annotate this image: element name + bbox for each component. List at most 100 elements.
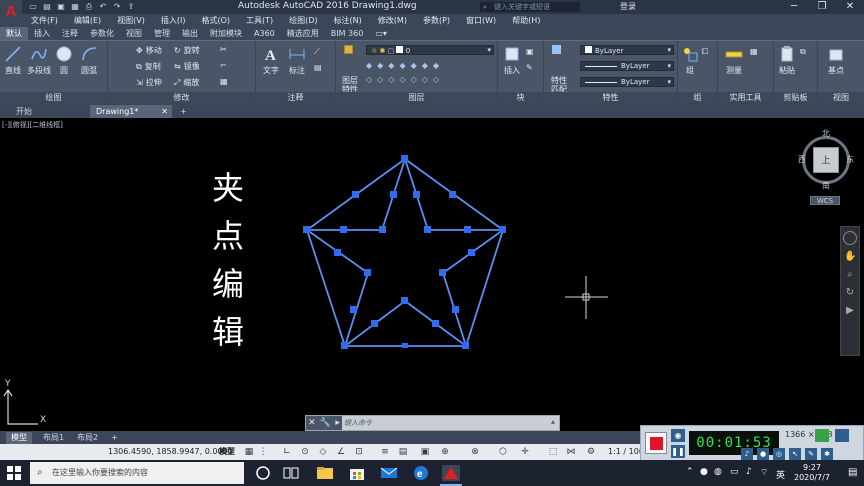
circle-tool[interactable]: 圆 (54, 45, 74, 76)
tab-bim360[interactable]: BIM 360 (325, 27, 370, 40)
wcs-menu[interactable]: WCS (810, 196, 840, 205)
viewcube-top-face[interactable]: 上 (813, 147, 839, 173)
array-tool[interactable]: ▦ (220, 77, 228, 86)
polyline-tool[interactable]: 多段线 (25, 45, 53, 76)
recorder-option-button-1[interactable] (815, 429, 829, 442)
lineweight-dropdown[interactable]: ByLayer ▾ (580, 77, 674, 87)
taskbar-clock[interactable]: 9:27 2020/7/7 (794, 463, 830, 483)
base-view-tool[interactable]: 基点 (824, 45, 848, 76)
tab-insert[interactable]: 插入 (28, 27, 56, 40)
layer-properties-tool[interactable]: 图层 特性 (338, 67, 362, 94)
group-tool[interactable]: 组 (680, 45, 700, 76)
settings-icon[interactable]: ✱ (821, 448, 833, 460)
file-tab-start[interactable]: 开始 (10, 105, 38, 118)
stretch-tool[interactable]: ⇲ 拉伸 (136, 77, 162, 88)
tab-addins[interactable]: 附加模块 (204, 27, 248, 40)
layer-dropdown[interactable]: ☼ ✺ ▢ 0 ▾ (366, 45, 494, 55)
add-layout-button[interactable]: + (106, 432, 123, 444)
dimension-tool[interactable]: 标注 (286, 45, 308, 76)
minimize-button[interactable]: ─ (780, 0, 808, 14)
mirror-tool[interactable]: ⇋ 镜像 (174, 61, 200, 72)
menu-insert[interactable]: 插入(I) (152, 15, 193, 26)
pause-button[interactable]: ❚❚ (671, 445, 685, 458)
color-dropdown[interactable]: ByLayer ▾ (580, 45, 674, 55)
cursor-icon[interactable]: ↖ (789, 448, 801, 460)
menu-edit[interactable]: 编辑(E) (65, 15, 108, 26)
network-icon[interactable]: ▭ (730, 467, 739, 477)
annotation-visibility-icon[interactable]: ⬚ (548, 447, 558, 457)
arc-tool[interactable]: 圆弧 (78, 45, 100, 76)
move-tool[interactable]: ✥ 移动 (136, 45, 162, 56)
layout-tab-layout1[interactable]: 布局1 (38, 432, 69, 444)
camera-button[interactable]: ◉ (671, 429, 685, 442)
tab-manage[interactable]: 管理 (148, 27, 176, 40)
calculator-tool[interactable]: ▦ (750, 47, 758, 56)
tab-output[interactable]: 输出 (176, 27, 204, 40)
menu-parametric[interactable]: 参数(P) (414, 15, 457, 26)
showmotion-icon[interactable]: ▶ (844, 305, 856, 317)
viewcube[interactable]: 上 北 南 东 西 (798, 129, 854, 192)
create-block-tool[interactable]: ▣ (526, 47, 534, 56)
selection-filter-icon[interactable]: ⬡ (498, 447, 508, 457)
lineweight-icon[interactable]: ≡ (380, 447, 390, 457)
cortana-icon[interactable] (254, 465, 272, 481)
menu-file[interactable]: 文件(F) (22, 15, 65, 26)
copy-clip-tool[interactable]: ⧉ (800, 47, 806, 57)
taskbar-search-input[interactable]: ⌕ 在这里输入你要搜索的内容 (30, 462, 244, 484)
workspace-icon[interactable]: ⚙ (586, 447, 596, 457)
line-tool[interactable]: 直线 (2, 45, 24, 76)
paste-tool[interactable]: 粘贴 (776, 45, 798, 76)
task-view-icon[interactable] (282, 465, 300, 481)
scale-tool[interactable]: ⤢ 缩放 (174, 77, 199, 88)
zoom-icon[interactable]: ⌕ (844, 269, 856, 281)
close-button[interactable]: ✕ (836, 0, 864, 14)
redo-icon[interactable]: ↷ (112, 2, 122, 12)
trim-tool[interactable]: ✂ (220, 45, 227, 54)
undo-icon[interactable]: ↶ (98, 2, 108, 12)
transparency-icon[interactable]: ▤ (398, 447, 408, 457)
tab-annotate[interactable]: 注释 (56, 27, 84, 40)
layout-tab-layout2[interactable]: 布局2 (72, 432, 103, 444)
pan-icon[interactable]: ✋ (844, 251, 856, 263)
coordinates-readout[interactable]: 1306.4590, 1858.9947, 0.0000 (108, 447, 233, 456)
input-language-indicator[interactable]: 英 (776, 468, 785, 481)
snap-icon[interactable]: ⋮ (258, 447, 268, 457)
ortho-icon[interactable]: ∟ (282, 447, 292, 457)
layout-tab-model[interactable]: 模型 (6, 432, 32, 444)
open-file-icon[interactable]: ▤ (42, 2, 52, 12)
menu-modify[interactable]: 修改(M) (369, 15, 414, 26)
windows-start-icon[interactable] (6, 465, 22, 481)
gizmo-icon[interactable]: ✛ (520, 447, 530, 457)
share-icon[interactable]: ⇪ (126, 2, 136, 12)
otrack-icon[interactable]: ∠ (336, 447, 346, 457)
text-tool[interactable]: A 文字 (260, 45, 282, 76)
menu-tools[interactable]: 工具(T) (237, 15, 280, 26)
rotate-tool[interactable]: ↻ 旋转 (174, 45, 200, 56)
leader-tool[interactable]: ⟋ (314, 47, 320, 57)
file-explorer-icon[interactable] (316, 465, 334, 481)
recorder-option-button-2[interactable] (835, 429, 849, 442)
pen-icon[interactable]: ✎ (805, 448, 817, 460)
close-cmd-icon[interactable]: ✕ (308, 418, 316, 428)
save-icon[interactable]: ▣ (56, 2, 66, 12)
drawing-canvas[interactable]: [-][俯视][二维线框] 夹 点 编 辑 Y X 上 北 南 东 西 WCS … (0, 118, 864, 430)
grip-points[interactable] (303, 155, 506, 349)
command-line[interactable]: ✕ 🔧 ▸ 键入命令 ▴ (305, 415, 560, 431)
recent-cmd-icon[interactable]: ▸ (335, 418, 340, 428)
measure-tool[interactable]: 测量 (722, 45, 746, 76)
ungroup-tool[interactable]: ⧠ (702, 47, 708, 57)
microphone-icon[interactable]: ● (757, 448, 769, 460)
login-button[interactable]: 登录 (620, 1, 636, 12)
menu-dimension[interactable]: 标注(N) (325, 15, 369, 26)
maximize-button[interactable]: ❐ (808, 0, 836, 14)
layer-tools-row-2[interactable]: ◇◇◇◇◇◇◇ (366, 75, 444, 84)
annotation-scale-icon[interactable]: ⋈ (566, 447, 576, 457)
edit-block-tool[interactable]: ✎ (526, 63, 533, 72)
tab-featured-apps[interactable]: 精选应用 (281, 27, 325, 40)
webcam-icon[interactable]: ◎ (773, 448, 785, 460)
tab-view[interactable]: 视图 (120, 27, 148, 40)
help-search-input[interactable]: ⌕ 键入关键字或短语 (480, 2, 580, 12)
selection-cycling-icon[interactable]: ▣ (420, 447, 430, 457)
menu-window[interactable]: 窗口(W) (457, 15, 503, 26)
notification-center-icon[interactable]: ▤ (848, 467, 857, 478)
